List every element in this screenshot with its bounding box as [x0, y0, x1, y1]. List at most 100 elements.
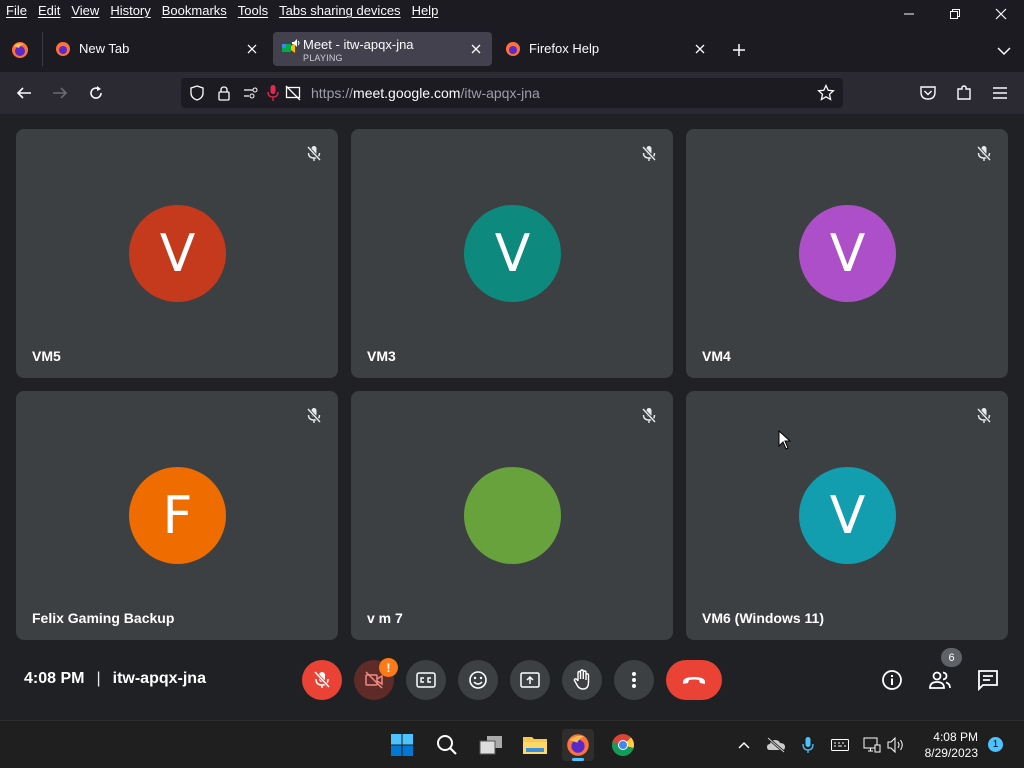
microphone-sharing-icon[interactable]: [267, 84, 279, 102]
participant-tile[interactable]: v m 7: [351, 391, 673, 640]
participant-tile[interactable]: V VM5: [16, 129, 338, 378]
lock-icon[interactable]: [217, 85, 231, 101]
taskbar-date: 8/29/2023: [924, 746, 978, 760]
tab-close-button[interactable]: [468, 41, 484, 57]
captions-button[interactable]: [406, 660, 446, 700]
participant-tile[interactable]: F Felix Gaming Backup: [16, 391, 338, 640]
network-icon: [863, 737, 881, 753]
url-bar[interactable]: https://meet.google.com/itw-apqx-jna: [181, 78, 843, 108]
firefox-taskbar-button[interactable]: [562, 729, 594, 761]
people-button[interactable]: [928, 668, 952, 692]
shield-icon[interactable]: [189, 85, 205, 101]
reactions-button[interactable]: [458, 660, 498, 700]
task-view-button[interactable]: [475, 729, 507, 761]
close-window-button[interactable]: [978, 0, 1024, 28]
restore-button[interactable]: [932, 0, 978, 28]
menu-view[interactable]: View: [71, 3, 99, 18]
more-options-button[interactable]: [614, 660, 654, 700]
pocket-icon: [920, 86, 936, 100]
tab-playing-label: PLAYING: [303, 53, 343, 63]
microphone-in-use-tray-icon[interactable]: [798, 735, 818, 755]
tab-meet[interactable]: Meet - itw-apqx-jna PLAYING: [273, 32, 492, 66]
menu-bookmarks[interactable]: Bookmarks: [162, 3, 227, 18]
screen-sharing-blocked-icon[interactable]: [285, 85, 301, 101]
chat-button[interactable]: [976, 668, 1000, 692]
participant-tile[interactable]: V VM3: [351, 129, 673, 378]
tab-new-tab[interactable]: New Tab: [46, 32, 268, 66]
muted-microphone-icon: [306, 407, 322, 424]
hang-up-icon: [683, 677, 705, 684]
search-icon: [437, 735, 457, 755]
back-button[interactable]: [12, 81, 36, 105]
menu-history[interactable]: History: [110, 3, 150, 18]
participant-avatar: V: [129, 205, 226, 302]
taskbar-clock[interactable]: 4:08 PM 8/29/2023: [912, 729, 978, 761]
volume-tray-icon[interactable]: [886, 735, 906, 755]
tab-close-button[interactable]: [244, 41, 260, 57]
meeting-time: 4:08 PM: [24, 670, 85, 687]
muted-microphone-icon: [976, 145, 992, 162]
arrow-left-icon: [16, 87, 31, 99]
onedrive-tray-icon[interactable]: [766, 735, 786, 755]
keyboard-tray-icon[interactable]: [830, 735, 850, 755]
microphone-icon: [802, 737, 814, 753]
taskbar-time: 4:08 PM: [933, 730, 978, 744]
menu-edit[interactable]: Edit: [38, 3, 60, 18]
folder-icon: [523, 737, 547, 754]
file-explorer-button[interactable]: [519, 729, 551, 761]
menu-help[interactable]: Help: [412, 3, 439, 18]
menu-tabs-sharing-devices[interactable]: Tabs sharing devices: [279, 3, 400, 18]
muted-microphone-icon: [641, 145, 657, 162]
menu-file[interactable]: File: [6, 3, 27, 18]
network-tray-icon[interactable]: [862, 735, 882, 755]
participant-tile[interactable]: V VM6 (Windows 11): [686, 391, 1008, 640]
present-screen-icon: [520, 672, 540, 688]
mouse-cursor-icon: [778, 430, 792, 450]
cloud-off-icon: [767, 737, 785, 753]
meeting-details-button[interactable]: [880, 668, 904, 692]
tab-title: Meet - itw-apqx-jna: [303, 37, 414, 52]
participant-tile[interactable]: V VM4: [686, 129, 1008, 378]
new-tab-button[interactable]: [731, 42, 747, 58]
chrome-taskbar-button[interactable]: [607, 729, 639, 761]
hamburger-menu-icon: [993, 87, 1007, 99]
minimize-icon: [904, 13, 914, 15]
participant-avatar: V: [799, 467, 896, 564]
show-hidden-icons-button[interactable]: [734, 735, 754, 755]
firefox-view-button[interactable]: [10, 40, 30, 60]
microphone-toggle-button[interactable]: [302, 660, 342, 700]
emoji-icon: [469, 671, 487, 689]
present-screen-button[interactable]: [510, 660, 550, 700]
tab-firefox-help[interactable]: Firefox Help: [496, 32, 716, 66]
participant-avatar: V: [464, 205, 561, 302]
close-icon: [995, 8, 1007, 20]
url-text: https://meet.google.com/itw-apqx-jna: [311, 85, 540, 101]
speaker-playing-icon[interactable]: [291, 38, 301, 48]
meet-page: V VM5 V VM3 V VM4 F Felix Gaming Backup v m 7 V VM…: [0, 114, 1024, 720]
info-icon: [882, 670, 902, 690]
tab-close-button[interactable]: [692, 41, 708, 57]
participant-avatar: F: [129, 467, 226, 564]
notification-badge[interactable]: 1: [988, 737, 1003, 752]
leave-call-button[interactable]: [666, 660, 722, 700]
chat-icon: [978, 670, 998, 691]
extensions-button[interactable]: [952, 81, 976, 105]
reload-button[interactable]: [84, 81, 108, 105]
participant-avatar: [464, 467, 561, 564]
app-menu-button[interactable]: [988, 81, 1012, 105]
volume-icon: [887, 737, 903, 753]
pocket-button[interactable]: [916, 81, 940, 105]
menu-tools[interactable]: Tools: [238, 3, 268, 18]
minimize-button[interactable]: [886, 0, 932, 28]
task-view-icon: [479, 736, 502, 755]
list-all-tabs-button[interactable]: [996, 44, 1012, 56]
start-button[interactable]: [386, 729, 418, 761]
permissions-icon[interactable]: [243, 86, 259, 100]
forward-button[interactable]: [48, 81, 72, 105]
microphone-off-icon: [313, 670, 331, 689]
bookmark-star-icon[interactable]: [817, 84, 835, 102]
raise-hand-button[interactable]: [562, 660, 602, 700]
people-icon: [929, 671, 951, 689]
plus-icon: [733, 44, 745, 56]
search-button[interactable]: [431, 729, 463, 761]
